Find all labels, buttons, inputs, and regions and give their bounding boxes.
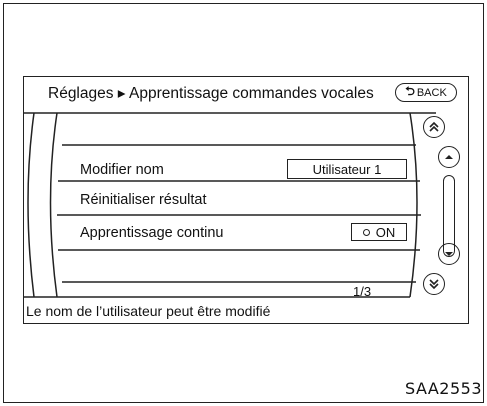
page-indicator: 1/3 <box>353 284 372 299</box>
scroll-up-button[interactable] <box>438 146 460 168</box>
page-up-button[interactable] <box>423 116 445 138</box>
page-down-button[interactable] <box>423 273 445 295</box>
menu-item-reinitialiser-resultat[interactable]: Réinitialiser résultat <box>80 192 207 208</box>
continuous-learning-toggle[interactable]: ON <box>351 223 407 241</box>
menu-item-modifier-nom[interactable]: Modifier nom <box>80 162 164 178</box>
chevron-down-icon <box>445 252 453 256</box>
chevron-up-icon <box>445 155 453 159</box>
menu-item-apprentissage-continu[interactable]: Apprentissage continu <box>80 225 224 241</box>
double-chevron-up-icon <box>429 121 439 132</box>
double-chevron-down-icon <box>429 279 439 290</box>
scroll-down-button[interactable] <box>438 243 460 265</box>
toggle-state-label: ON <box>375 224 396 240</box>
toggle-indicator-icon <box>362 228 370 236</box>
status-text: Le nom de l’utilisateur peut être modifi… <box>26 303 271 319</box>
figure-code: SAA2553 <box>405 379 483 398</box>
user-name-field[interactable]: Utilisateur 1 <box>287 159 407 179</box>
